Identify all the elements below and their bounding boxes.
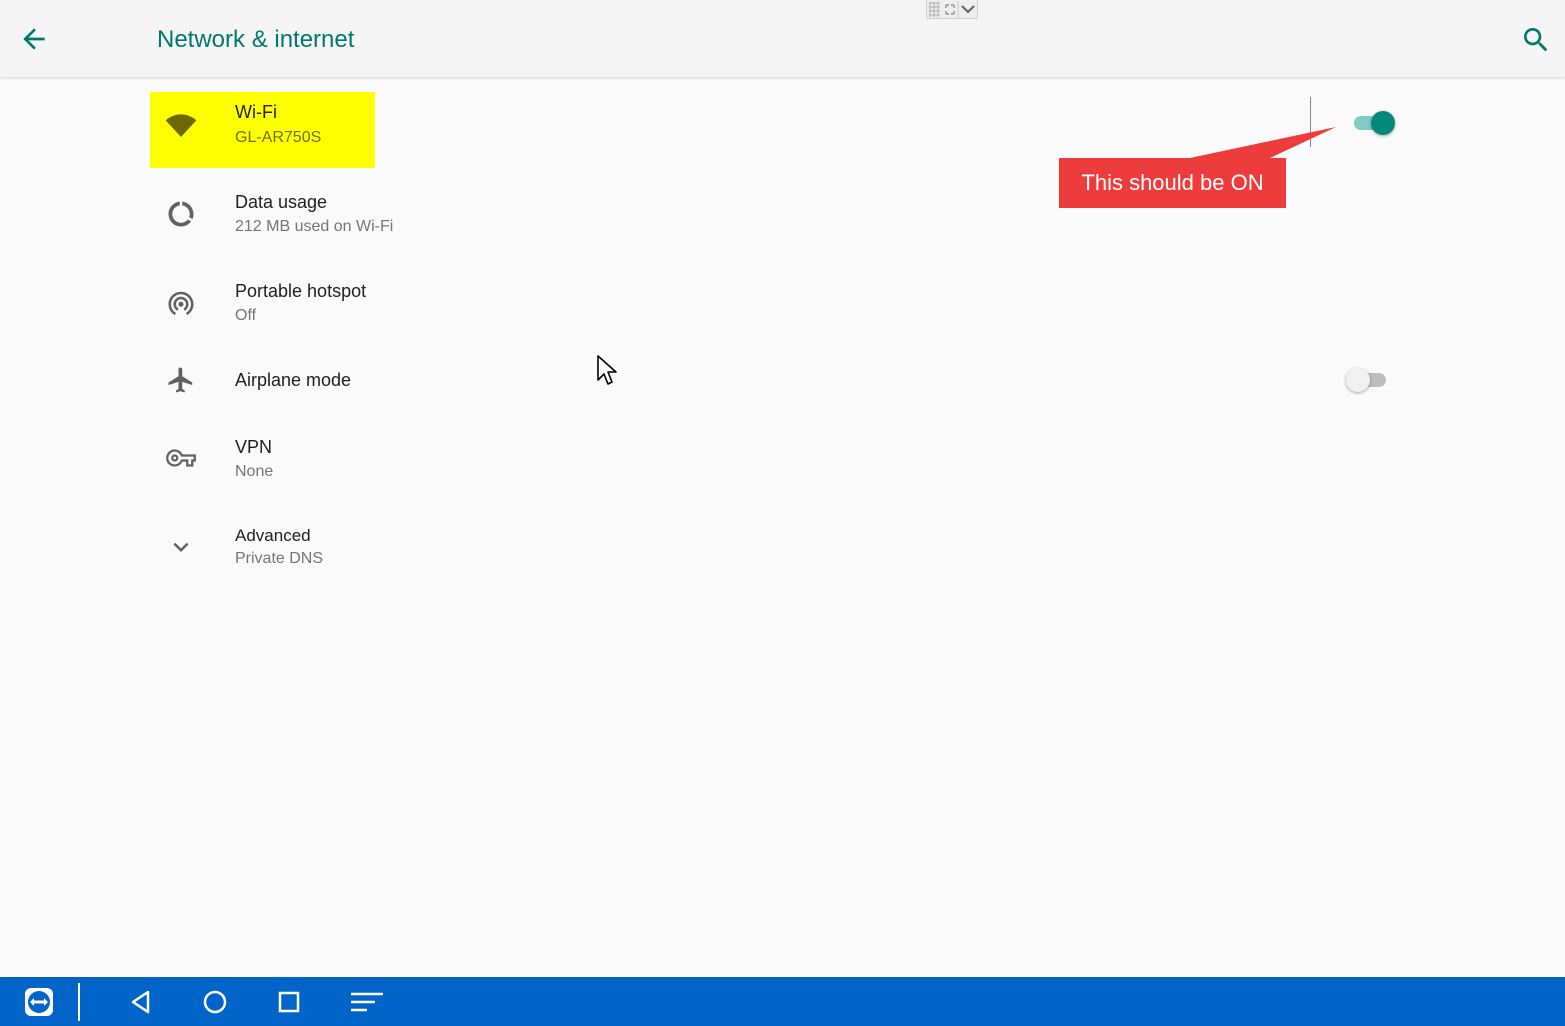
hotspot-label: Portable hotspot xyxy=(235,281,367,301)
wifi-toggle-divider xyxy=(1310,97,1311,147)
home-circle-icon[interactable] xyxy=(199,986,231,1018)
recents-square-icon[interactable] xyxy=(273,986,305,1018)
search-icon[interactable] xyxy=(1520,24,1552,56)
list-item-data-usage[interactable]: Data usage 212 MB used on Wi-Fi xyxy=(150,182,1410,258)
app-bar: Network & internet xyxy=(0,0,1565,78)
page-title: Network & internet xyxy=(157,26,355,53)
vpn-label: VPN xyxy=(235,437,273,457)
list-item-advanced[interactable]: Advanced Private DNS xyxy=(150,516,1410,592)
mouse-cursor-icon xyxy=(597,355,617,385)
data-usage-summary: 212 MB used on Wi-Fi xyxy=(235,218,394,235)
airplane-mode-label: Airplane mode xyxy=(235,370,352,390)
wifi-network-name: GL-AR750S xyxy=(235,129,322,146)
data-usage-label: Data usage xyxy=(235,192,328,212)
data-usage-icon xyxy=(168,201,194,227)
wifi-icon xyxy=(165,114,197,137)
list-item-airplane-mode[interactable]: Airplane mode xyxy=(150,342,1410,418)
menu-lines-icon[interactable] xyxy=(349,986,385,1018)
airplane-mode-toggle[interactable] xyxy=(1346,368,1388,392)
airplane-icon xyxy=(168,367,193,393)
chevron-down-icon xyxy=(173,542,189,552)
vpn-key-icon xyxy=(166,449,196,467)
navbar-separator xyxy=(78,983,80,1021)
remote-control-widget[interactable] xyxy=(926,0,978,19)
back-arrow-icon[interactable] xyxy=(18,23,50,55)
advanced-label: Advanced xyxy=(235,526,311,545)
wifi-label: Wi-Fi xyxy=(235,102,277,122)
list-item-vpn[interactable]: VPN None xyxy=(150,427,1410,503)
back-triangle-icon[interactable] xyxy=(125,986,157,1018)
teamviewer-icon[interactable] xyxy=(23,986,55,1018)
advanced-summary: Private DNS xyxy=(235,550,324,567)
list-item-hotspot[interactable]: Portable hotspot Off xyxy=(150,271,1410,347)
vpn-status: None xyxy=(235,463,274,480)
navigation-bar xyxy=(0,977,1565,1026)
list-item-wifi[interactable]: Wi-Fi GL-AR750S xyxy=(150,92,1410,168)
wifi-toggle[interactable] xyxy=(1354,111,1396,135)
hotspot-icon xyxy=(168,291,194,316)
hotspot-status: Off xyxy=(235,307,257,324)
